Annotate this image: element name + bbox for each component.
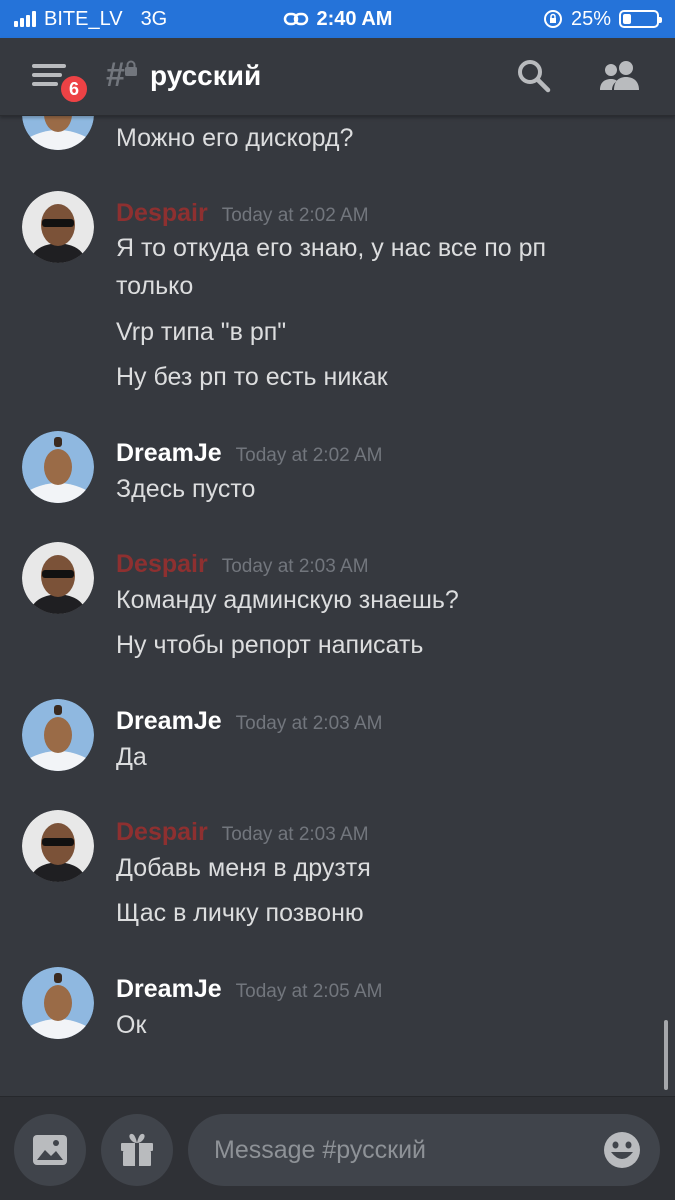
avatar[interactable]: [22, 116, 94, 150]
author-name[interactable]: Despair Today at 2:02 AM: [116, 199, 369, 228]
message-text: Vrp типа "в рп": [116, 318, 287, 346]
avatar[interactable]: [22, 431, 94, 503]
message-text: Команду админскую знаешь?: [116, 586, 459, 614]
timestamp: Today at 2:02 AM: [235, 445, 383, 466]
timestamp: Today at 2:03 AM: [235, 713, 383, 734]
carrier-name: BITE_LV: [44, 7, 123, 30]
author-name[interactable]: DreamJe Today at 2:05 AM: [116, 975, 382, 1004]
message-text: только: [116, 272, 194, 300]
member-list-button[interactable]: [598, 58, 642, 94]
channel-title: русский: [150, 60, 262, 91]
signal-icon: [14, 11, 36, 27]
scrollbar[interactable]: [664, 1020, 668, 1090]
avatar[interactable]: [22, 967, 94, 1039]
battery-fill: [623, 14, 631, 24]
author-name[interactable]: DreamJe Today at 2:02 AM: [116, 439, 382, 468]
emoji-button[interactable]: [602, 1130, 642, 1170]
rotation-lock-icon: [543, 10, 562, 28]
image-icon: [33, 1135, 67, 1165]
status-right: 25%: [543, 7, 662, 31]
author-label: DreamJe: [116, 975, 222, 1003]
battery-icon: [619, 10, 662, 28]
message-text: Здесь пусто: [116, 475, 256, 503]
timestamp: Today at 2:02 AM: [221, 205, 369, 226]
message-text: Щас в личку позвоню: [116, 899, 364, 927]
avatar[interactable]: [22, 810, 94, 882]
timestamp: Today at 2:05 AM: [235, 981, 383, 1002]
author-name[interactable]: Despair Today at 2:03 AM: [116, 818, 369, 847]
message-text: Добавь меня в друзтя: [116, 854, 371, 882]
search-button[interactable]: [516, 58, 552, 94]
message-text: Я то откуда его знаю, у нас все по рп: [116, 234, 547, 262]
timestamp: Today at 2:03 AM: [221, 556, 369, 577]
author-label: DreamJe: [116, 707, 222, 735]
author-label: Despair: [116, 818, 208, 846]
search-icon: [518, 60, 551, 93]
avatar[interactable]: [22, 191, 94, 263]
link-icon: [283, 12, 308, 26]
members-icon: [600, 61, 639, 90]
timestamp: Today at 2:03 AM: [221, 824, 369, 845]
avatar[interactable]: [22, 699, 94, 771]
gift-button[interactable]: [101, 1114, 173, 1186]
message-text: Ок: [116, 1011, 147, 1039]
lock-icon: [125, 60, 137, 76]
network-type: 3G: [140, 7, 168, 30]
message-text: Ну без рп то есть никак: [116, 363, 388, 391]
emoji-icon: [604, 1132, 640, 1168]
image-upload-button[interactable]: [14, 1114, 86, 1186]
notification-badge: 6: [58, 73, 90, 105]
battery-percent: 25%: [570, 7, 611, 30]
author-label: DreamJe: [116, 439, 222, 467]
message-text: Ну чтобы репорт написать: [116, 631, 424, 659]
channel-hash-icon: #: [106, 56, 125, 94]
author-label: Despair: [116, 550, 208, 578]
composer-bar: [0, 1096, 675, 1200]
status-left: BITE_LV 3G: [14, 8, 167, 31]
status-bar: BITE_LV 3G 2:40 AM 25%: [0, 0, 675, 38]
gift-icon: [121, 1133, 153, 1166]
message-text: Можно его дискорд?: [116, 124, 354, 152]
avatar[interactable]: [22, 542, 94, 614]
author-label: Despair: [116, 199, 208, 227]
message-text: Да: [116, 743, 147, 771]
status-time: 2:40 AM: [316, 7, 393, 30]
message-list[interactable]: Можно его дискорд? Despair Today at 2:02 …: [0, 116, 675, 1096]
message-input[interactable]: [188, 1114, 660, 1186]
author-name[interactable]: DreamJe Today at 2:03 AM: [116, 707, 382, 736]
author-name[interactable]: Despair Today at 2:03 AM: [116, 550, 369, 579]
channel-header: 6 # русский: [0, 38, 675, 116]
